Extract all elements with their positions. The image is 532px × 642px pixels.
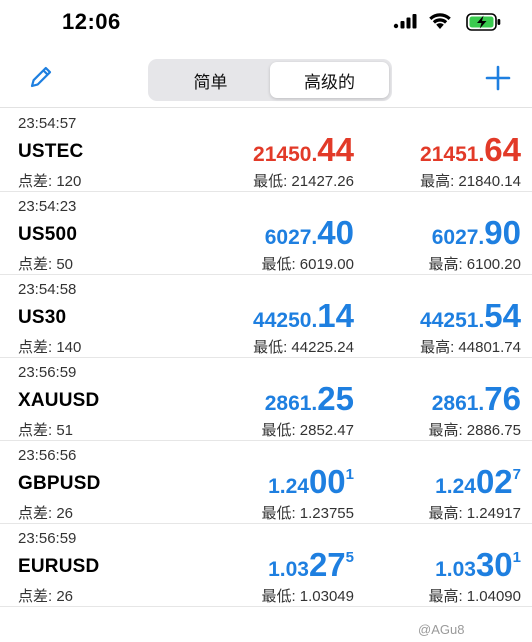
quote-spread: 点差: 26 xyxy=(18,588,74,605)
bid-price-main: 21450. xyxy=(253,143,318,166)
bid-price-pips: 44 xyxy=(317,131,354,168)
bid-price: 6027.40 xyxy=(265,216,354,249)
status-time: 12:06 xyxy=(62,9,121,34)
bid-price-pips: 27 xyxy=(308,546,346,583)
ask-price-fraction: 7 xyxy=(512,466,521,483)
quote-spread: 点差: 140 xyxy=(18,339,82,356)
ask-price-pips: 30 xyxy=(475,546,513,583)
bid-price-main: 2861. xyxy=(264,392,318,415)
plus-icon xyxy=(484,64,512,97)
quotes-list: 23:54:57 USTEC 点差: 120 21450.44 21451.64… xyxy=(0,109,532,607)
daily-high: 最高: 6100.20 xyxy=(428,256,521,273)
quote-spread: 点差: 51 xyxy=(18,422,74,439)
ask-price: 1.03301 xyxy=(435,548,521,581)
quote-row-gbpusd[interactable]: 23:56:56 GBPUSD 点差: 26 1.24001 1.24027 最… xyxy=(0,441,532,524)
ask-price-fraction: 1 xyxy=(512,549,521,566)
quote-row-eurusd[interactable]: 23:56:59 EURUSD 点差: 26 1.03275 1.03301 最… xyxy=(0,524,532,607)
daily-low: 最低: 44225.24 xyxy=(253,339,354,356)
quote-spread: 点差: 26 xyxy=(18,505,74,522)
tab-simple[interactable]: 简单 xyxy=(151,62,270,98)
ask-price-main: 2861. xyxy=(431,392,485,415)
ask-price: 21451.64 xyxy=(420,133,521,166)
bid-price-pips: 25 xyxy=(317,380,354,417)
bid-price-pips: 40 xyxy=(317,214,354,251)
quote-time: 23:54:58 xyxy=(18,281,77,298)
daily-high: 最高: 44801.74 xyxy=(420,339,521,356)
bid-price-pips: 00 xyxy=(308,463,346,500)
daily-low: 最低: 6019.00 xyxy=(261,256,354,273)
bid-price-pips: 14 xyxy=(317,297,354,334)
daily-low: 最低: 21427.26 xyxy=(253,173,354,190)
quote-symbol: USTEC xyxy=(18,141,84,162)
bid-price: 1.24001 xyxy=(268,465,354,498)
ask-price-pips: 90 xyxy=(484,214,521,251)
quote-row-us30[interactable]: 23:54:58 US30 点差: 140 44250.14 44251.54 … xyxy=(0,275,532,358)
quote-row-xauusd[interactable]: 23:56:59 XAUUSD 点差: 51 2861.25 2861.76 最… xyxy=(0,358,532,441)
battery-charging-icon xyxy=(466,12,502,37)
quote-symbol: US500 xyxy=(18,224,78,245)
bid-price: 2861.25 xyxy=(265,382,354,415)
bid-price-main: 44250. xyxy=(253,309,318,332)
daily-high: 最高: 1.04090 xyxy=(428,588,521,605)
bid-price-main: 1.24 xyxy=(268,475,309,498)
signal-icon xyxy=(393,13,419,34)
daily-high: 最高: 21840.14 xyxy=(420,173,521,190)
ask-price-main: 1.03 xyxy=(435,558,476,581)
add-symbol-button[interactable] xyxy=(481,63,515,97)
quote-row-ustec[interactable]: 23:54:57 USTEC 点差: 120 21450.44 21451.64… xyxy=(0,109,532,192)
quote-time: 23:56:56 xyxy=(18,447,77,464)
ask-price: 44251.54 xyxy=(420,299,521,332)
ask-price-main: 44251. xyxy=(420,309,485,332)
bid-price: 21450.44 xyxy=(253,133,354,166)
edit-button[interactable] xyxy=(26,64,56,94)
daily-high: 最高: 1.24917 xyxy=(428,505,521,522)
ask-price-pips: 54 xyxy=(484,297,521,334)
quote-symbol: US30 xyxy=(18,307,67,328)
bid-price: 1.03275 xyxy=(268,548,354,581)
quote-time: 23:54:57 xyxy=(18,115,77,132)
toolbar: 简单 高级的 xyxy=(0,52,532,108)
bid-price-main: 1.03 xyxy=(268,558,309,581)
view-mode-segmented-control: 简单 高级的 xyxy=(148,59,392,101)
ask-price-pips: 64 xyxy=(484,131,521,168)
bid-price-main: 6027. xyxy=(264,226,318,249)
tab-advanced[interactable]: 高级的 xyxy=(270,62,389,98)
bid-price-fraction: 1 xyxy=(345,466,354,483)
ask-price-main: 21451. xyxy=(420,143,485,166)
ask-price-pips: 76 xyxy=(484,380,521,417)
status-bar: 12:06 xyxy=(0,0,532,44)
quote-symbol: GBPUSD xyxy=(18,473,101,494)
ask-price: 6027.90 xyxy=(432,216,521,249)
daily-high: 最高: 2886.75 xyxy=(428,422,521,439)
quote-time: 23:56:59 xyxy=(18,530,77,547)
daily-low: 最低: 1.03049 xyxy=(261,588,354,605)
ask-price: 2861.76 xyxy=(432,382,521,415)
quote-row-us500[interactable]: 23:54:23 US500 点差: 50 6027.40 6027.90 最低… xyxy=(0,192,532,275)
daily-low: 最低: 1.23755 xyxy=(261,505,354,522)
quote-symbol: XAUUSD xyxy=(18,390,100,411)
pencil-icon xyxy=(28,64,54,95)
ask-price-main: 1.24 xyxy=(435,475,476,498)
wifi-icon xyxy=(427,11,453,36)
quote-symbol: EURUSD xyxy=(18,556,100,577)
daily-low: 最低: 2852.47 xyxy=(261,422,354,439)
quote-spread: 点差: 50 xyxy=(18,256,74,273)
quote-time: 23:56:59 xyxy=(18,364,77,381)
ask-price-main: 6027. xyxy=(431,226,485,249)
ask-price-pips: 02 xyxy=(475,463,513,500)
ask-price: 1.24027 xyxy=(435,465,521,498)
bid-price: 44250.14 xyxy=(253,299,354,332)
quote-spread: 点差: 120 xyxy=(18,173,82,190)
watermark: @AGu8 xyxy=(418,622,465,637)
bid-price-fraction: 5 xyxy=(345,549,354,566)
quote-time: 23:54:23 xyxy=(18,198,77,215)
